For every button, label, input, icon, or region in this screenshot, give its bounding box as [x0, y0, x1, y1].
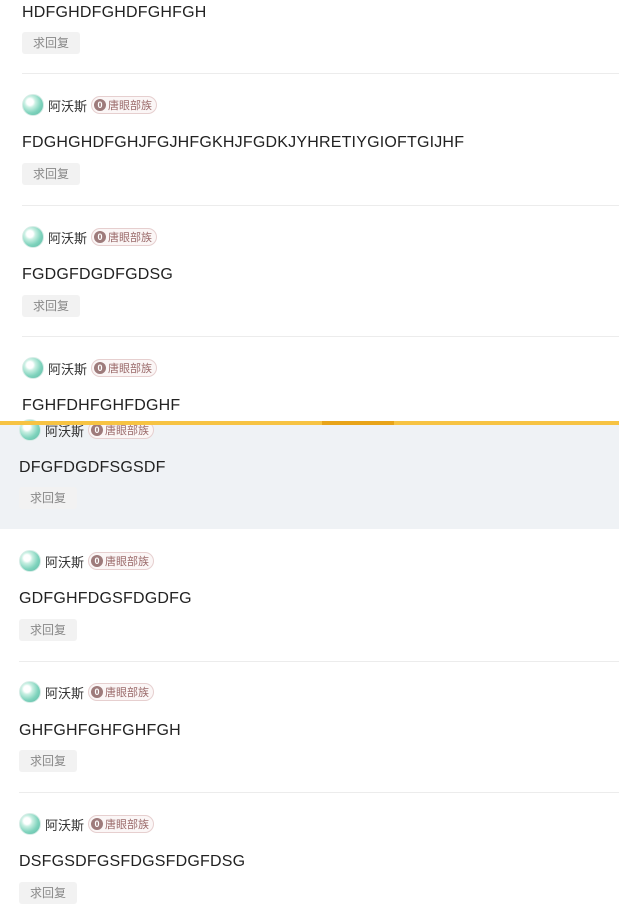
post-text: HDFGHDFGHDFGHFGH: [22, 4, 207, 21]
rank-badge: 0 唐眼部族: [88, 683, 155, 701]
post-text: DSFGSDFGSFDGSFDGFDSG: [19, 853, 246, 870]
user-row: 阿沃斯 0 唐眼部族: [22, 356, 158, 380]
level-icon: 0: [94, 362, 107, 374]
divider: [19, 792, 619, 793]
badge-label: 唐眼部族: [108, 232, 153, 244]
post-text: DFGFDGDFSGSDF: [19, 459, 166, 476]
reply-list-lower: 阿沃斯 0 唐眼部族 DFGFDGDFSGSDF 求回复 阿沃斯 0 唐眼部族 GD…: [0, 419, 619, 918]
user-row: 阿沃斯 0 唐眼部族: [19, 812, 155, 836]
divider: [22, 73, 619, 74]
reply-button[interactable]: 求回复: [19, 619, 77, 641]
avatar[interactable]: [19, 681, 41, 703]
avatar[interactable]: [22, 357, 44, 379]
reply-button[interactable]: 求回复: [22, 163, 80, 185]
avatar[interactable]: [22, 226, 44, 248]
user-name[interactable]: 阿沃斯: [48, 359, 87, 378]
post-text: FGHFDHFGHFDGHF: [22, 397, 181, 414]
level-icon: 0: [91, 818, 104, 830]
post-text: FDGHGHDFGHJFGJHFGKHJFGDKJYHRETIYGIOFTGIJ…: [22, 134, 465, 151]
user-name[interactable]: 阿沃斯: [45, 552, 84, 571]
level-icon: 0: [94, 99, 107, 111]
user-name[interactable]: 阿沃斯: [48, 228, 87, 247]
reply-button[interactable]: 求回复: [22, 295, 80, 317]
user-name[interactable]: 阿沃斯: [45, 815, 84, 834]
user-row: 阿沃斯 0 唐眼部族: [19, 680, 155, 704]
avatar[interactable]: [22, 94, 44, 116]
post-text: GHFGHFGHFGHFGH: [19, 722, 181, 739]
divider: [19, 661, 619, 662]
user-name[interactable]: 阿沃斯: [45, 683, 84, 702]
rank-badge: 0 唐眼部族: [91, 96, 158, 114]
reply-button[interactable]: 求回复: [19, 750, 77, 772]
progress-bar: [0, 421, 619, 425]
reply-button[interactable]: 求回复: [22, 32, 80, 54]
rank-badge: 0 唐眼部族: [91, 359, 158, 377]
avatar[interactable]: [19, 813, 41, 835]
level-icon: 0: [94, 231, 107, 243]
divider: [22, 205, 619, 206]
level-icon: 0: [91, 686, 104, 698]
rank-badge: 0 唐眼部族: [88, 552, 155, 570]
badge-label: 唐眼部族: [105, 687, 150, 699]
divider: [22, 336, 619, 337]
reply-button[interactable]: 求回复: [19, 882, 77, 904]
user-row: 阿沃斯 0 唐眼部族: [22, 225, 158, 249]
user-name[interactable]: 阿沃斯: [48, 96, 87, 115]
rank-badge: 0 唐眼部族: [91, 228, 158, 246]
user-row: 阿沃斯 0 唐眼部族: [19, 549, 155, 573]
rank-badge: 0 唐眼部族: [88, 815, 155, 833]
badge-label: 唐眼部族: [105, 819, 150, 831]
reply-button[interactable]: 求回复: [19, 487, 77, 509]
post-text: GDFGHFDGSFDGDFG: [19, 590, 192, 607]
badge-label: 唐眼部族: [108, 100, 153, 112]
level-icon: 0: [91, 424, 104, 436]
post-text: FGDGFDGDFGDSG: [22, 266, 174, 283]
progress-bar-segment: [322, 421, 394, 425]
badge-label: 唐眼部族: [108, 363, 153, 375]
badge-label: 唐眼部族: [105, 556, 150, 568]
avatar[interactable]: [19, 550, 41, 572]
user-row: 阿沃斯 0 唐眼部族: [22, 93, 158, 117]
level-icon: 0: [91, 555, 104, 567]
